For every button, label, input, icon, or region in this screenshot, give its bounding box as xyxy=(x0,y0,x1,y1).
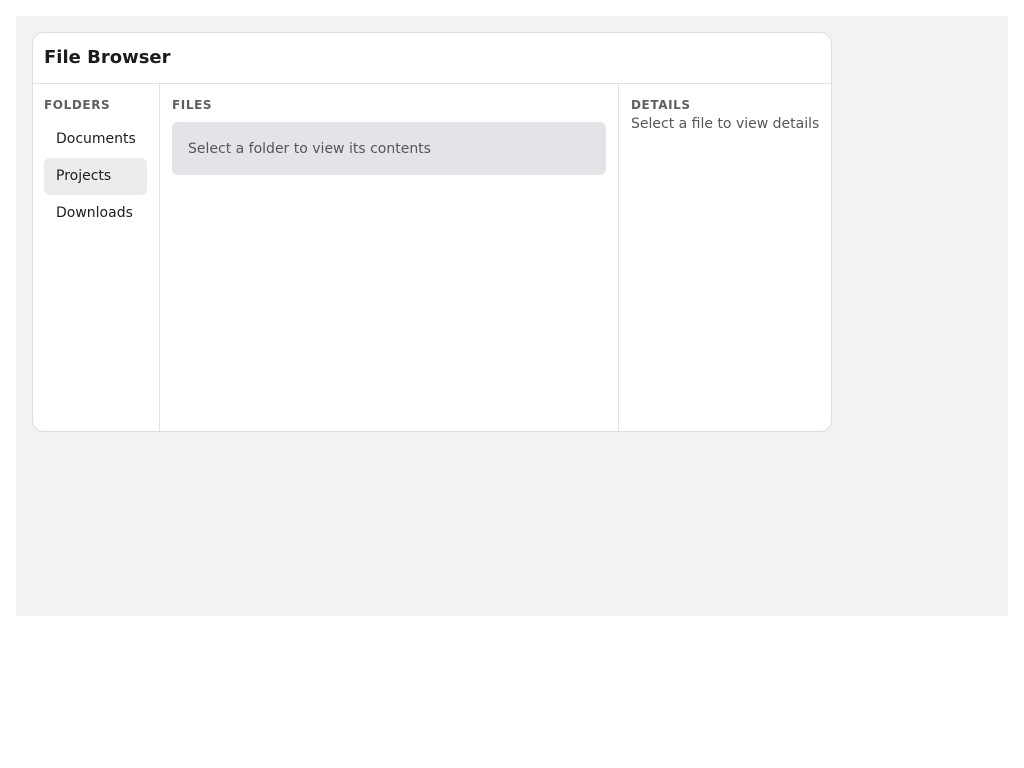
details-empty-message: Select a file to view details xyxy=(631,116,820,132)
details-pane: DETAILS Select a file to view details xyxy=(619,84,831,431)
folder-list: Documents Projects Downloads xyxy=(44,121,147,232)
details-heading: DETAILS xyxy=(631,98,691,112)
folder-item-projects[interactable]: Projects xyxy=(44,158,147,195)
file-browser-window: File Browser FOLDERS Documents Projects … xyxy=(32,32,832,432)
files-pane: FILES Select a folder to view its conten… xyxy=(160,84,619,431)
panes: FOLDERS Documents Projects Downloads FIL… xyxy=(33,84,831,431)
files-empty-state: Select a folder to view its contents xyxy=(172,122,606,175)
folder-item-downloads[interactable]: Downloads xyxy=(44,195,147,232)
folders-heading: FOLDERS xyxy=(44,98,111,112)
files-heading: FILES xyxy=(172,98,213,112)
folder-item-documents[interactable]: Documents xyxy=(44,121,147,158)
folders-pane: FOLDERS Documents Projects Downloads xyxy=(33,84,160,431)
app-background: File Browser FOLDERS Documents Projects … xyxy=(16,16,1008,616)
title-bar: File Browser xyxy=(33,33,831,84)
files-empty-message: Select a folder to view its contents xyxy=(188,140,431,157)
window-title: File Browser xyxy=(44,46,171,68)
